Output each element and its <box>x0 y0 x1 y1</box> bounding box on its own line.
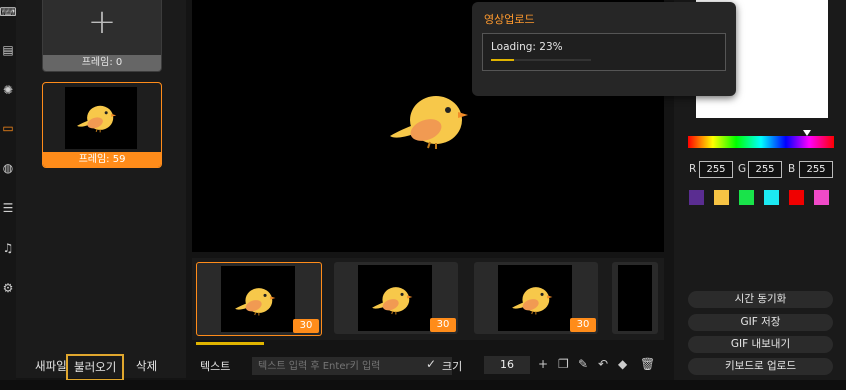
confirm-icon[interactable]: ✓ <box>426 357 436 371</box>
bird-thumbnail <box>76 105 117 133</box>
r-label: R <box>689 163 697 175</box>
color-swatch[interactable] <box>814 190 829 205</box>
document-icon[interactable]: ▤ <box>0 40 16 60</box>
eraser-icon[interactable]: ◆ <box>618 357 627 371</box>
loading-bar <box>491 59 591 61</box>
screen-icon[interactable]: ▭ <box>0 118 16 138</box>
frame-label: 프레임: 0 <box>43 55 161 71</box>
size-label: 크기 <box>442 360 463 373</box>
delete-button[interactable]: 삭제 <box>136 353 157 380</box>
frame-thumbnail <box>65 87 137 149</box>
loading-status: Loading: 23% <box>491 41 563 53</box>
frames-panel: + 프레임: 0 프레임: 59 <box>16 0 186 378</box>
timeline-frame[interactable]: 30 <box>474 262 598 334</box>
g-input[interactable]: 255 <box>748 161 782 178</box>
color-swatch[interactable] <box>714 190 729 205</box>
r-input[interactable]: 255 <box>699 161 733 178</box>
color-swatch[interactable] <box>739 190 754 205</box>
hue-slider[interactable] <box>688 136 834 148</box>
size-input[interactable]: 16 <box>484 356 530 374</box>
frame-card-59[interactable]: 프레임: 59 <box>42 82 162 168</box>
upload-popup: 영상업로드 Loading: 23% <box>472 2 736 96</box>
color-swatch[interactable] <box>789 190 804 205</box>
globe-icon[interactable]: ◍ <box>0 158 16 178</box>
time-sync-button[interactable]: 시간 동기화 <box>688 291 833 308</box>
music-icon[interactable]: ♫ <box>0 238 16 258</box>
tool-rail: ⌨ ▤ ✺ ▭ ◍ ☰ ♫ ⚙ <box>0 0 17 390</box>
timeline-frame[interactable]: 30 <box>196 262 322 336</box>
bird-sprite[interactable] <box>386 82 472 152</box>
timeline-progress <box>196 342 264 345</box>
trash-icon[interactable]: 🗑 <box>640 357 655 371</box>
text-toolbar: 텍스트 ✓ 크기 16 + ❐ ✎ ↶ ◆ 🗑 <box>192 352 664 380</box>
frame-duration-badge[interactable]: 30 <box>293 319 319 333</box>
add-frame-icon[interactable]: + <box>43 0 161 44</box>
frame-duration-badge[interactable]: 30 <box>570 318 596 332</box>
color-swatch[interactable] <box>689 190 704 205</box>
timeline: 30 30 30 <box>192 258 664 340</box>
gif-export-button[interactable]: GIF 내보내기 <box>688 336 833 353</box>
popup-title: 영상업로드 <box>484 13 535 26</box>
color-swatch[interactable] <box>764 190 779 205</box>
text-label: 텍스트 <box>200 360 231 373</box>
frame-card-0[interactable]: + 프레임: 0 <box>42 0 162 72</box>
keyboard-icon[interactable]: ⌨ <box>0 2 17 22</box>
new-file-button[interactable]: 새파일 <box>35 353 67 380</box>
timeline-frame[interactable]: 30 <box>334 262 458 334</box>
loading-box: Loading: 23% <box>482 33 726 71</box>
frame-duration-badge[interactable]: 30 <box>430 318 456 332</box>
plus-icon[interactable]: + <box>538 357 548 371</box>
loading-bar-fill <box>491 59 514 61</box>
text-input[interactable] <box>252 357 452 375</box>
settings-icon[interactable]: ⚙ <box>0 278 16 298</box>
gif-save-button[interactable]: GIF 저장 <box>688 314 833 331</box>
keyboard-upload-button[interactable]: 키보드로 업로드 <box>688 358 833 375</box>
b-input[interactable]: 255 <box>799 161 833 178</box>
frame-label: 프레임: 59 <box>43 152 161 167</box>
bottom-strip <box>0 380 846 390</box>
g-label: G <box>738 163 747 175</box>
load-button[interactable]: 불러오기 <box>66 354 125 381</box>
copy-icon[interactable]: ❐ <box>558 357 569 371</box>
b-label: B <box>788 163 796 175</box>
undo-icon[interactable]: ↶ <box>598 357 608 371</box>
pencil-icon[interactable]: ✎ <box>578 357 588 371</box>
timeline-frame[interactable] <box>612 262 658 334</box>
lightbulb-icon[interactable]: ✺ <box>0 80 16 100</box>
lines-icon[interactable]: ☰ <box>0 198 16 218</box>
